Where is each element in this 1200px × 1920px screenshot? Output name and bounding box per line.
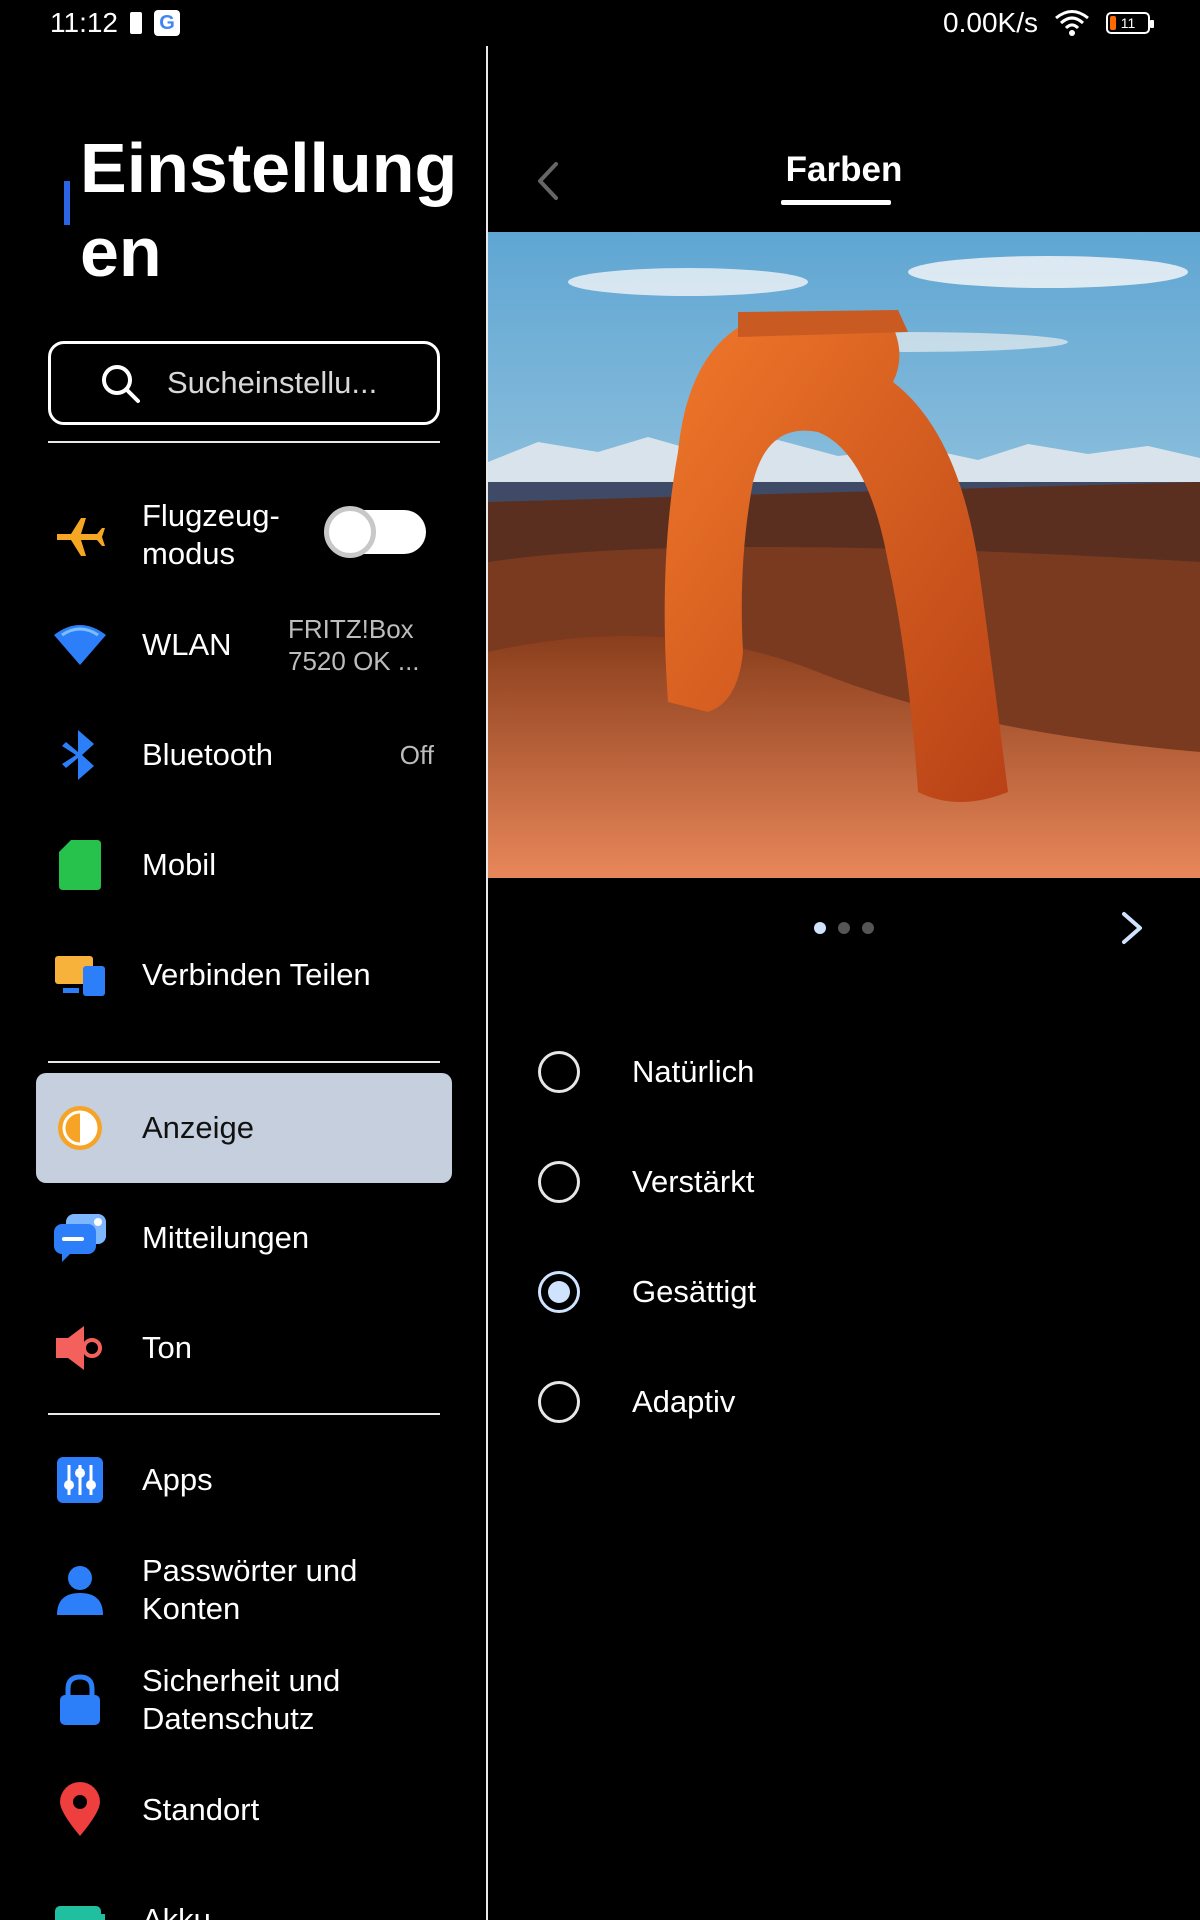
carousel-dot — [862, 922, 874, 934]
apps-sliders-icon — [50, 1450, 110, 1510]
carousel-dot — [814, 922, 826, 934]
sidebar-item-airplane-mode[interactable]: Flugzeug- modus — [36, 480, 452, 590]
display-brightness-icon — [50, 1098, 110, 1158]
network-speed: 0.00K/s — [943, 7, 1038, 38]
carousel-dot — [838, 922, 850, 934]
battery-level: 11 — [1120, 15, 1136, 31]
sidebar-item-label: Standort — [142, 1792, 260, 1827]
sidebar-item-mobile[interactable]: Mobil — [36, 810, 452, 920]
battery-alert-icon — [130, 12, 142, 34]
colors-detail-panel: Farben Natürlich Verstärkt Gesättigt Ada… — [488, 46, 1200, 1920]
location-pin-icon — [50, 1780, 110, 1840]
option-label: Adaptiv — [632, 1384, 736, 1419]
status-bar: 11:12 G 0.00K/s 11 — [0, 0, 1200, 46]
battery-settings-icon — [50, 1890, 110, 1920]
wifi-icon — [1055, 10, 1089, 36]
divider — [48, 441, 440, 443]
sim-card-icon — [50, 835, 110, 895]
connect-share-icon — [50, 945, 110, 1005]
status-time: 11:12 — [50, 7, 118, 38]
sidebar-item-label: Mitteilungen — [142, 1220, 310, 1255]
search-input[interactable] — [167, 365, 407, 401]
title-underline — [781, 200, 891, 205]
settings-nav-panel: Einstellungen Flugzeug- modus WLAN FRITZ… — [0, 46, 486, 1920]
detail-title: Farben — [785, 150, 903, 189]
color-option-saturated[interactable]: Gesättigt — [538, 1252, 1158, 1332]
search-box[interactable] — [48, 341, 440, 425]
divider — [48, 1061, 440, 1063]
radio-button[interactable] — [538, 1381, 580, 1423]
bluetooth-icon — [50, 725, 110, 785]
color-option-natural[interactable]: Natürlich — [538, 1032, 1158, 1112]
sidebar-item-wlan[interactable]: WLAN FRITZ!Box 7520 OK ... — [36, 590, 452, 700]
google-icon: G — [154, 10, 180, 36]
radio-button-selected[interactable] — [538, 1271, 580, 1313]
sidebar-item-label: WLAN — [142, 627, 232, 662]
sidebar-item-label: Anzeige — [142, 1110, 255, 1145]
sidebar-item-display[interactable]: Anzeige — [36, 1073, 452, 1183]
sidebar-item-label: Verbinden Teilen — [142, 957, 371, 992]
divider — [48, 1413, 440, 1415]
bluetooth-status: Off — [399, 740, 434, 770]
lock-icon — [50, 1670, 110, 1730]
wifi-icon — [50, 615, 110, 675]
color-option-adaptive[interactable]: Adaptiv — [538, 1362, 1158, 1442]
sidebar-item-apps[interactable]: Apps — [36, 1425, 452, 1535]
sidebar-item-bluetooth[interactable]: Bluetooth Off — [36, 700, 452, 810]
sidebar-item-label: Akku — [142, 1902, 211, 1920]
chevron-right-icon[interactable] — [1114, 908, 1150, 948]
color-option-enhanced[interactable]: Verstärkt — [538, 1142, 1158, 1222]
sidebar-item-battery[interactable]: Akku — [36, 1865, 452, 1920]
option-label: Gesättigt — [632, 1274, 757, 1309]
radio-button[interactable] — [538, 1161, 580, 1203]
page-title: Einstellungen — [80, 129, 458, 291]
sidebar-item-label: Passwörter und Konten — [142, 1553, 358, 1626]
carousel-indicator — [814, 922, 874, 934]
sidebar-item-label: Ton — [142, 1330, 192, 1365]
sidebar-item-label: Apps — [142, 1462, 213, 1497]
sidebar-item-label: Sicherheit und Datenschutz — [142, 1663, 341, 1736]
sidebar-item-label: Bluetooth — [142, 737, 273, 772]
sidebar-item-notifications[interactable]: Mitteilungen — [36, 1183, 452, 1293]
toggle-knob — [324, 506, 376, 558]
wlan-network-name: FRITZ!Box 7520 OK ... — [288, 614, 420, 676]
airplane-icon — [50, 505, 110, 565]
color-preview-photo — [488, 232, 1200, 878]
notifications-icon — [50, 1208, 110, 1268]
radio-button[interactable] — [538, 1051, 580, 1093]
sidebar-item-location[interactable]: Standort — [36, 1755, 452, 1865]
option-label: Verstärkt — [632, 1164, 755, 1199]
sidebar-item-security-privacy[interactable]: Sicherheit und Datenschutz — [36, 1645, 452, 1755]
speaker-icon — [50, 1318, 110, 1378]
sidebar-item-connect-share[interactable]: Verbinden Teilen — [36, 920, 452, 1030]
airplane-mode-toggle[interactable] — [324, 506, 426, 558]
title-accent-bar — [64, 181, 70, 225]
option-label: Natürlich — [632, 1054, 755, 1089]
search-icon — [102, 365, 140, 403]
sidebar-item-passwords-accounts[interactable]: Passwörter und Konten — [36, 1535, 452, 1645]
sidebar-item-label: Mobil — [142, 847, 217, 882]
battery-icon: 11 — [1106, 12, 1154, 34]
sidebar-item-sound[interactable]: Ton — [36, 1293, 452, 1403]
user-account-icon — [50, 1560, 110, 1620]
sidebar-item-label: Flugzeug- modus — [142, 498, 280, 571]
